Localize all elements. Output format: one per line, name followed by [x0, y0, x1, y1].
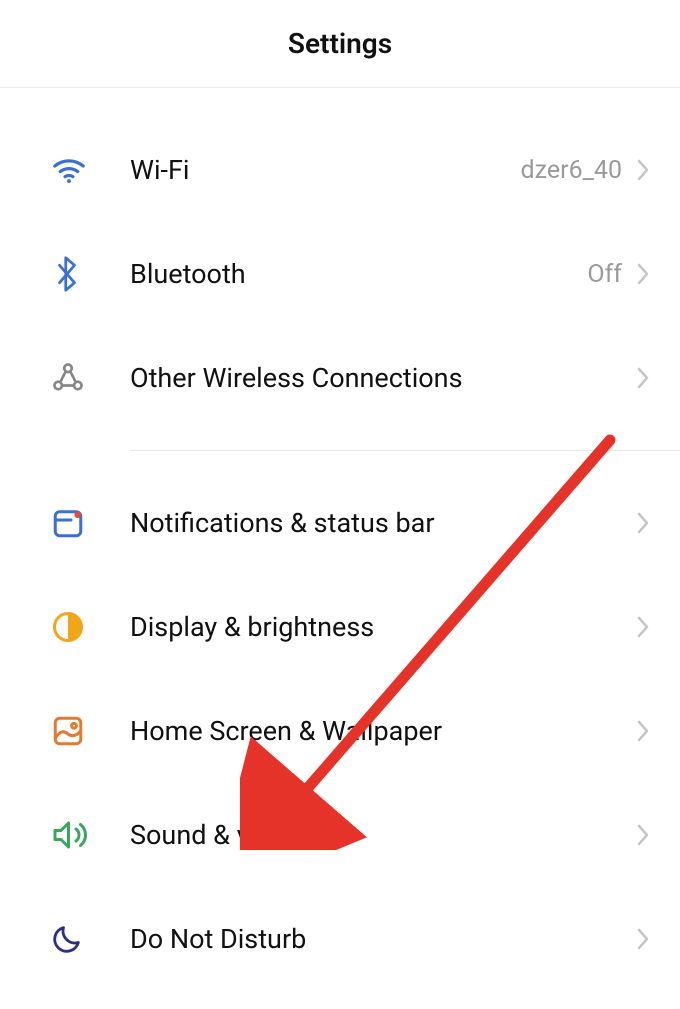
chevron-right-icon: [636, 720, 650, 742]
item-value: dzer6_40: [521, 156, 622, 185]
bluetooth-icon: [50, 254, 130, 294]
item-display[interactable]: Display & brightness: [0, 575, 680, 679]
sound-icon: [50, 817, 130, 853]
brightness-icon: [50, 609, 130, 645]
item-label: Bluetooth: [130, 258, 587, 290]
item-wifi[interactable]: Wi-Fi dzer6_40: [0, 118, 680, 222]
header: Settings: [0, 0, 680, 88]
moon-icon: [50, 922, 130, 956]
item-dnd[interactable]: Do Not Disturb: [0, 887, 680, 991]
chevron-right-icon: [636, 616, 650, 638]
chevron-right-icon: [636, 367, 650, 389]
chevron-right-icon: [636, 263, 650, 285]
wifi-icon: [50, 151, 130, 189]
item-label: Wi-Fi: [130, 154, 521, 186]
item-value: Off: [587, 260, 622, 289]
item-label: Sound & vibration: [130, 819, 636, 851]
item-label: Display & brightness: [130, 611, 636, 643]
item-label: Other Wireless Connections: [130, 362, 636, 394]
divider: [130, 450, 680, 451]
wallpaper-icon: [50, 713, 130, 749]
item-bluetooth[interactable]: Bluetooth Off: [0, 222, 680, 326]
item-home-screen[interactable]: Home Screen & Wallpaper: [0, 679, 680, 783]
notifications-icon: [50, 505, 130, 541]
item-other-wireless[interactable]: Other Wireless Connections: [0, 326, 680, 430]
chevron-right-icon: [636, 928, 650, 950]
chevron-right-icon: [636, 512, 650, 534]
item-label: Home Screen & Wallpaper: [130, 715, 636, 747]
chevron-right-icon: [636, 159, 650, 181]
chevron-right-icon: [636, 824, 650, 846]
settings-list: Wi-Fi dzer6_40 Bluetooth Off Other Wi: [0, 88, 680, 991]
item-notifications[interactable]: Notifications & status bar: [0, 471, 680, 575]
item-label: Notifications & status bar: [130, 507, 636, 539]
item-label: Do Not Disturb: [130, 923, 636, 955]
item-sound[interactable]: Sound & vibration: [0, 783, 680, 887]
network-share-icon: [50, 360, 130, 396]
page-title: Settings: [288, 27, 392, 60]
